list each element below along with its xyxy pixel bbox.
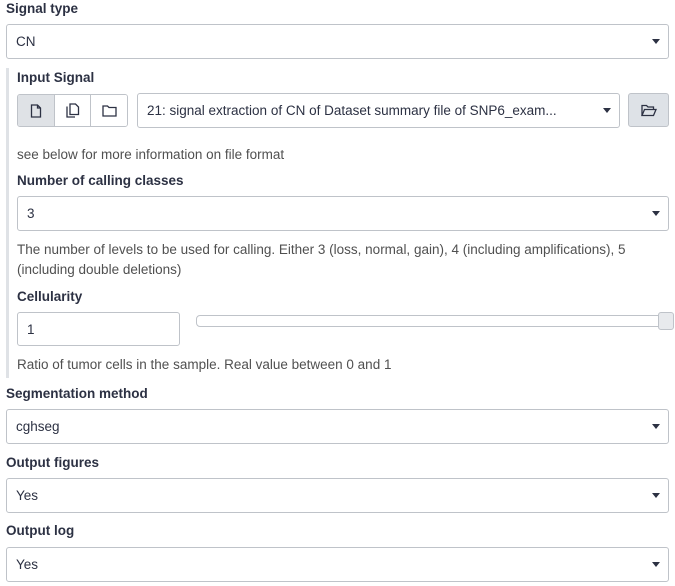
single-file-button[interactable] <box>18 95 55 126</box>
signal-type-label: Signal type <box>6 1 79 16</box>
input-signal-select[interactable]: 21: signal extraction of CN of Dataset s… <box>137 93 620 128</box>
cellularity-input[interactable]: 1 <box>17 312 180 346</box>
input-signal-help: see below for more information on file f… <box>17 147 285 162</box>
conditional-section-border <box>6 68 9 378</box>
output-log-value: Yes <box>16 557 39 572</box>
chevron-down-icon <box>652 493 660 498</box>
signal-type-value: CN <box>16 34 36 49</box>
output-figures-label: Output figures <box>6 455 99 470</box>
collection-folder-button[interactable] <box>91 95 127 126</box>
cellularity-value: 1 <box>27 321 35 337</box>
chevron-down-icon <box>603 108 611 113</box>
multiple-files-button[interactable] <box>54 95 92 126</box>
cellularity-slider-track[interactable] <box>196 315 674 327</box>
calling-classes-help: The number of levels to be used for call… <box>17 242 626 277</box>
calling-classes-value: 3 <box>27 206 35 221</box>
cellularity-help: Ratio of tumor cells in the sample. Real… <box>17 357 392 372</box>
browse-datasets-button[interactable] <box>628 93 669 127</box>
folder-open-icon <box>640 104 657 116</box>
chevron-down-icon <box>652 562 660 567</box>
cellularity-label: Cellularity <box>17 289 83 304</box>
single-file-icon <box>30 103 41 118</box>
calling-classes-label: Number of calling classes <box>17 173 184 188</box>
calling-classes-select[interactable]: 3 <box>17 196 669 231</box>
output-figures-select[interactable]: Yes <box>6 478 669 513</box>
input-signal-value: 21: signal extraction of CN of Dataset s… <box>147 103 557 118</box>
chevron-down-icon <box>652 39 660 44</box>
cellularity-slider-handle[interactable] <box>658 312 674 330</box>
output-figures-value: Yes <box>16 488 39 503</box>
output-log-label: Output log <box>6 523 75 538</box>
segmentation-method-select[interactable]: cghseg <box>6 409 669 444</box>
input-mode-buttons <box>17 94 128 127</box>
signal-type-select[interactable]: CN <box>6 24 669 59</box>
input-signal-label: Input Signal <box>17 70 95 85</box>
collection-folder-icon <box>102 105 117 117</box>
multiple-files-icon <box>65 103 79 118</box>
chevron-down-icon <box>652 211 660 216</box>
segmentation-method-label: Segmentation method <box>6 386 148 401</box>
chevron-down-icon <box>652 424 660 429</box>
segmentation-method-value: cghseg <box>16 419 60 434</box>
output-log-select[interactable]: Yes <box>6 547 669 582</box>
